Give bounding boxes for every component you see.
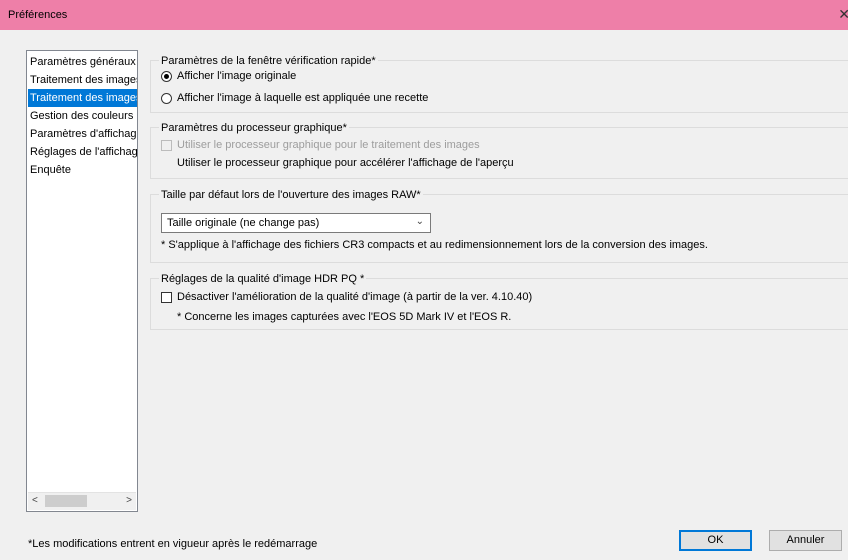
scroll-left-icon[interactable]: < bbox=[32, 495, 38, 506]
gpu-processing-checkbox bbox=[161, 139, 172, 151]
raw-size-note: * S'applique à l'affichage des fichiers … bbox=[161, 239, 708, 251]
raw-size-dropdown[interactable]: Taille originale (ne change pas) ⌄ bbox=[161, 213, 431, 233]
hdr-disable-option[interactable]: Désactiver l'amélioration de la qualité … bbox=[161, 291, 532, 303]
gpu-preview-text: Utiliser le processeur graphique pour ac… bbox=[177, 157, 514, 169]
raw-size-group: Taille par défaut lors de l'ouverture de… bbox=[150, 188, 848, 263]
gpu-processing-label: Utiliser le processeur graphique pour le… bbox=[177, 139, 480, 151]
title-bar: Préférences ✕ bbox=[0, 0, 848, 30]
sidebar-item-color-management[interactable]: Gestion des couleurs bbox=[28, 107, 137, 125]
sidebar-item-image-processing[interactable]: Traitement des images bbox=[28, 71, 137, 89]
radio-button-selected[interactable] bbox=[161, 70, 172, 82]
window-title: Préférences bbox=[8, 9, 68, 21]
restart-note: *Les modifications entrent en vigueur ap… bbox=[28, 538, 318, 550]
horizontal-scrollbar[interactable]: < > bbox=[28, 492, 136, 510]
radio-original-label: Afficher l'image originale bbox=[177, 70, 297, 82]
preferences-nav: Paramètres généraux Traitement des image… bbox=[26, 50, 138, 512]
radio-button[interactable] bbox=[161, 92, 172, 104]
sidebar-item-survey[interactable]: Enquête bbox=[28, 161, 137, 179]
chevron-down-icon[interactable]: ⌄ bbox=[416, 216, 424, 227]
quick-check-legend: Paramètres de la fenêtre vérification ra… bbox=[159, 54, 378, 68]
radio-original-image[interactable]: Afficher l'image originale bbox=[161, 70, 296, 82]
gpu-group: Paramètres du processeur graphique* Util… bbox=[150, 121, 848, 179]
scroll-thumb[interactable] bbox=[45, 495, 87, 507]
sidebar-item-view-settings[interactable]: Réglages de l'affichage bbox=[28, 143, 137, 161]
radio-recipe-label: Afficher l'image à laquelle est appliqué… bbox=[177, 92, 429, 104]
sidebar-item-display-settings[interactable]: Paramètres d'affichage bbox=[28, 125, 137, 143]
hdr-pq-legend: Réglages de la qualité d'image HDR PQ * bbox=[159, 272, 367, 286]
hdr-pq-group: Réglages de la qualité d'image HDR PQ * … bbox=[150, 272, 848, 330]
radio-recipe-image[interactable]: Afficher l'image à laquelle est appliqué… bbox=[161, 92, 428, 104]
gpu-legend: Paramètres du processeur graphique* bbox=[159, 121, 349, 135]
hdr-note: * Concerne les images capturées avec l'E… bbox=[177, 311, 512, 323]
sidebar-item-general[interactable]: Paramètres généraux bbox=[28, 53, 137, 71]
ok-button[interactable]: OK bbox=[679, 530, 752, 551]
hdr-disable-label: Désactiver l'amélioration de la qualité … bbox=[177, 291, 533, 303]
gpu-processing-option: Utiliser le processeur graphique pour le… bbox=[161, 139, 480, 151]
sidebar-item-image-processing-2[interactable]: Traitement des images bbox=[28, 89, 137, 107]
close-icon[interactable]: ✕ bbox=[838, 6, 848, 23]
cancel-button[interactable]: Annuler bbox=[769, 530, 842, 551]
gpu-preview-label: Utiliser le processeur graphique pour ac… bbox=[177, 157, 514, 169]
quick-check-group: Paramètres de la fenêtre vérification ra… bbox=[150, 54, 848, 113]
hdr-disable-checkbox[interactable] bbox=[161, 291, 172, 303]
raw-size-selected-value: Taille originale (ne change pas) bbox=[167, 217, 320, 229]
scroll-right-icon[interactable]: > bbox=[126, 495, 132, 506]
raw-size-legend: Taille par défaut lors de l'ouverture de… bbox=[159, 188, 423, 202]
